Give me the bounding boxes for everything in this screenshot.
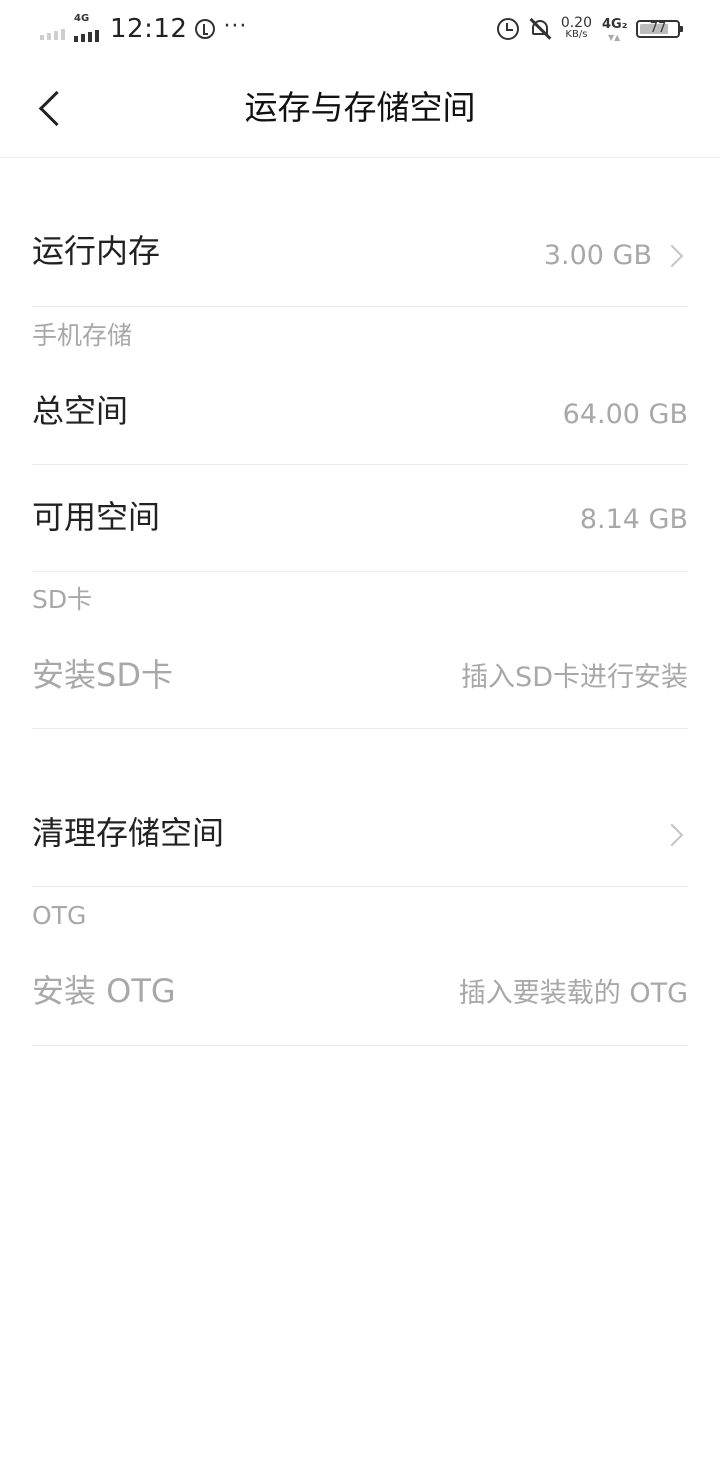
sim2-signal-icon: 4G (74, 14, 104, 44)
available-space-row: 可用空间 8.14 GB (32, 465, 688, 572)
mute-bell-icon (529, 17, 551, 41)
network-speed-value: 0.20 (560, 15, 592, 31)
network-speed: 0.20 KB/s (560, 15, 592, 41)
clean-storage-row[interactable]: 清理存储空间 (32, 785, 688, 887)
install-sd-card-label: 安装SD卡 (32, 656, 173, 694)
section-header-sd-card: SD卡 (32, 585, 93, 614)
install-otg-hint: 插入要装载的 OTG (458, 978, 688, 1009)
section-header-phone-storage: 手机存储 (32, 321, 133, 350)
install-otg-label: 安装 OTG (32, 972, 176, 1010)
section-header-otg: OTG (32, 901, 87, 930)
available-space-value: 8.14 GB (579, 504, 688, 535)
battery-icon: 77 (636, 20, 683, 38)
install-sd-card-hint: 插入SD卡进行安装 (461, 662, 688, 693)
ram-value: 3.00 GB (543, 240, 652, 271)
total-space-value: 64.00 GB (562, 399, 688, 430)
page-title: 运存与存储空间 (244, 88, 476, 127)
ram-row[interactable]: 运行内存 3.00 GB (32, 206, 688, 307)
total-space-label: 总空间 (32, 392, 129, 430)
mobile-data-icon: 4G₂ ▼▲ (602, 17, 628, 42)
network-type-label: 4G (74, 13, 90, 24)
status-bar-left: 4G 12:12 ··· (40, 12, 247, 46)
install-sd-card-row: 安装SD卡 插入SD卡进行安装 (32, 628, 688, 729)
ram-label: 运行内存 (32, 232, 161, 270)
notification-app-icon (195, 19, 216, 39)
clean-storage-label: 清理存储空间 (32, 814, 225, 852)
status-bar-right: 0.20 KB/s 4G₂ ▼▲ 77 (496, 12, 683, 46)
network-speed-unit: KB/s (565, 29, 588, 40)
more-notifications-icon: ··· (223, 13, 248, 39)
chevron-right-icon (660, 244, 684, 268)
alarm-icon (496, 18, 519, 40)
battery-level: 77 (649, 21, 667, 36)
navigation-bar: 运存与存储空间 (0, 58, 720, 158)
status-time: 12:12 (110, 14, 188, 44)
status-bar: 4G 12:12 ··· 0.20 KB/s 4G₂ ▼▲ 77 (0, 0, 720, 58)
install-otg-row: 安装 OTG 插入要装载的 OTG (32, 945, 688, 1046)
sim1-signal-icon (40, 26, 68, 40)
available-space-label: 可用空间 (32, 498, 161, 536)
chevron-right-icon (660, 823, 684, 847)
mobile-data-label: 4G₂ (602, 17, 628, 32)
total-space-row: 总空间 64.00 GB (32, 365, 688, 465)
